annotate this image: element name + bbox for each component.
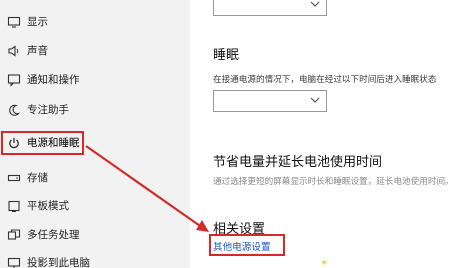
screen-timeout-dropdown[interactable] xyxy=(213,0,327,16)
sidebar-item-tablet-mode[interactable]: 平板模式 xyxy=(0,192,190,220)
sidebar-item-label: 投影到此电脑 xyxy=(27,257,90,268)
annotation-box-power-link xyxy=(209,234,285,256)
sidebar-item-display[interactable]: 显示 xyxy=(0,8,190,36)
sidebar-item-label: 显示 xyxy=(27,16,48,28)
battery-description: 通过选择更短的屏幕显示时长和睡眠设置，延长电池使用时间。 xyxy=(213,177,454,187)
sidebar-item-label: 多任务处理 xyxy=(27,229,80,241)
battery-heading: 节省电量并延长电池使用时间 xyxy=(213,155,383,170)
sleep-heading: 睡眠 xyxy=(213,48,240,63)
speaker-icon xyxy=(8,45,19,57)
sidebar-item-storage[interactable]: 存储 xyxy=(0,164,190,192)
sidebar-item-sound[interactable]: 声音 xyxy=(0,37,190,65)
multitask-icon xyxy=(7,229,21,240)
sidebar-item-label: 声音 xyxy=(27,45,48,57)
sidebar-item-notifications[interactable]: 通知和操作 xyxy=(0,66,190,94)
annotation-box-power-sleep xyxy=(1,131,84,155)
storage-icon xyxy=(7,174,21,182)
sidebar-item-label: 通知和操作 xyxy=(27,74,80,86)
sidebar-item-label: 存储 xyxy=(27,172,48,184)
tablet-icon xyxy=(8,200,20,212)
sparkle-icon: ✦ xyxy=(320,258,329,268)
sidebar-item-label: 专注助手 xyxy=(27,104,69,116)
sleep-timeout-dropdown[interactable] xyxy=(213,90,327,112)
chevron-down-icon xyxy=(310,97,320,103)
moon-icon xyxy=(9,104,21,116)
sidebar-item-focus-assist[interactable]: 专注助手 xyxy=(0,96,190,124)
sidebar-item-project[interactable]: 投影到此电脑 xyxy=(0,249,190,268)
display-icon xyxy=(7,16,21,28)
sidebar-item-multitasking[interactable]: 多任务处理 xyxy=(0,221,190,249)
chevron-down-icon xyxy=(310,1,320,7)
sidebar-item-label: 平板模式 xyxy=(27,200,69,212)
notification-icon xyxy=(7,74,21,87)
sleep-description: 在接通电源的情况下，电脑在经过以下时间后进入睡眠状态 xyxy=(213,75,437,85)
project-icon xyxy=(7,257,21,268)
